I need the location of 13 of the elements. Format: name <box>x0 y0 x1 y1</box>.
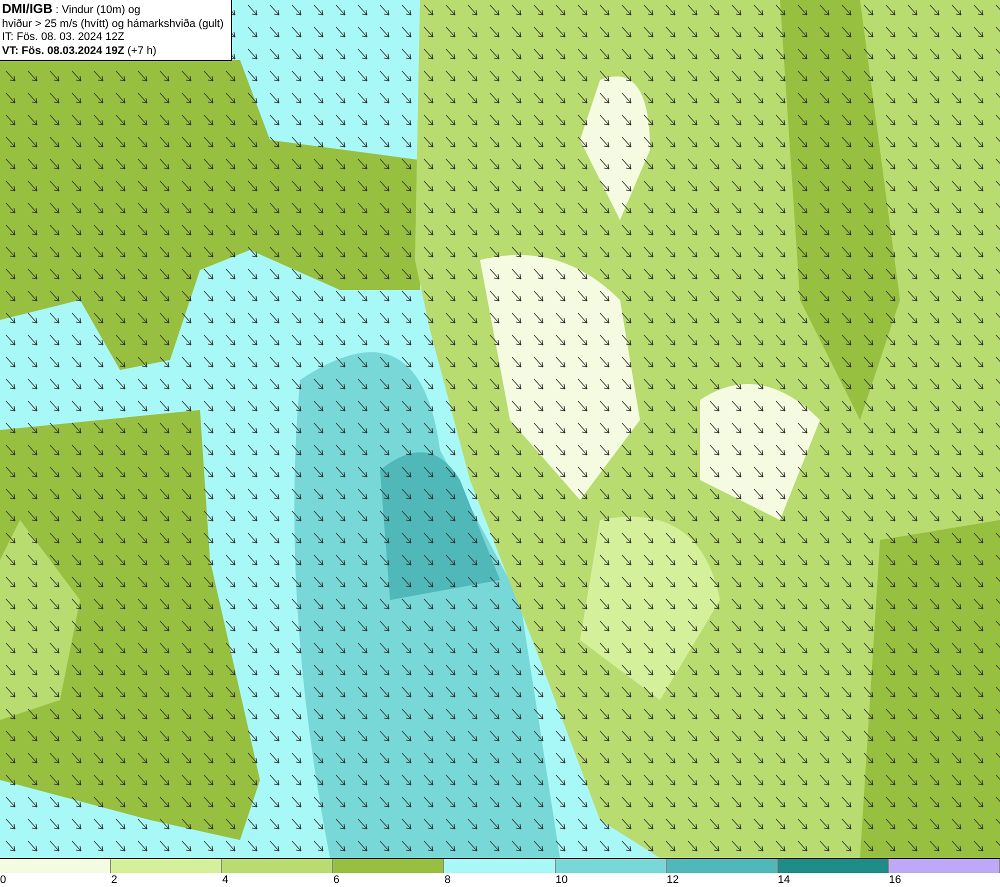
legend-tick-label: 14 <box>778 873 790 887</box>
legend-tick-label: 16 <box>888 873 902 887</box>
legend-tick-label: 0 <box>0 873 6 887</box>
legend-tick-label: 4 <box>222 873 228 887</box>
header-description: hviður > 25 m/s (hvítt) og hámarkshviða (gult) <box>2 18 225 31</box>
legend-tick-label: 12 <box>666 873 679 887</box>
legend-tick-label: 2 <box>111 873 118 887</box>
legend-tick-label: 10 <box>556 873 568 887</box>
legend-tick-label: 6 <box>333 873 340 887</box>
header-title-line: DMI/IGB : Vindur (10m) og <box>2 2 142 18</box>
valid-time: VT: Fös. 08.03.2024 19Z (+7 h) <box>2 44 158 58</box>
issue-time: IT: Fös. 08. 03. 2024 12Z <box>2 31 126 44</box>
legend-tick-label: 8 <box>444 873 451 887</box>
